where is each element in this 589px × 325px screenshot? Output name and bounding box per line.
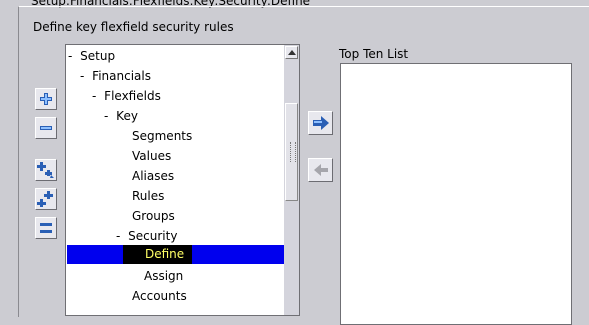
tree-item[interactable]: - Flexfields: [92, 87, 165, 106]
tree-item-label: Aliases: [132, 169, 175, 183]
tree-item-toggle[interactable]: -: [116, 229, 120, 243]
tree-item-toggle[interactable]: -: [68, 49, 72, 63]
plus-icon: [40, 93, 52, 105]
minus-icon: [40, 126, 52, 130]
tree-item-label: Assign: [144, 269, 184, 283]
collapse-all-icon: [40, 223, 52, 233]
tree-item-label: Financials: [92, 69, 151, 83]
expand-button[interactable]: [35, 88, 57, 110]
tree-item[interactable]: Accounts: [128, 287, 191, 306]
tree-item[interactable]: - Security: [116, 227, 181, 246]
tree-item-toggle[interactable]: -: [92, 89, 96, 103]
tree-item-label: Accounts: [132, 289, 187, 303]
scroll-thumb[interactable]: [285, 103, 298, 201]
tree-item-toggle[interactable]: -: [104, 109, 108, 123]
tree-scrollbar[interactable]: [284, 44, 300, 316]
tree-item-selected[interactable]: Define: [67, 245, 284, 264]
expand-branch-icon: [37, 162, 54, 178]
tree-item[interactable]: Values: [128, 147, 175, 166]
grip-icon: [290, 142, 296, 162]
tree-item[interactable]: - Setup: [68, 47, 119, 66]
tree-item-label: Setup: [80, 49, 116, 63]
arrow-right-icon: [313, 116, 329, 130]
collapse-button[interactable]: [35, 117, 57, 139]
tree-item-label: Rules: [132, 189, 165, 203]
tree-item-label: Key: [116, 109, 138, 123]
tree-item[interactable]: Segments: [128, 127, 196, 146]
tree-item-label: Segments: [132, 129, 193, 143]
tree-item-label: Security: [128, 229, 178, 243]
add-to-top-ten-button[interactable]: [308, 111, 333, 135]
tree-item[interactable]: Assign: [140, 267, 187, 286]
collapse-all-button[interactable]: [35, 217, 57, 239]
arrow-left-icon: [314, 164, 328, 176]
tree-item[interactable]: Groups: [128, 207, 179, 226]
tree-item[interactable]: Rules: [128, 187, 168, 206]
expand-branch-button[interactable]: [35, 159, 57, 181]
scroll-up-arrow-icon[interactable]: [285, 46, 298, 59]
tree-item-label: Values: [132, 149, 172, 163]
page-subtitle: Define key flexfield security rules: [33, 20, 234, 34]
top-ten-list-title: Top Ten List: [339, 47, 409, 61]
navigation-tree[interactable]: - Setup - Financials - Flexfields - Key …: [65, 44, 286, 316]
tree-item[interactable]: Aliases: [128, 167, 178, 186]
remove-from-top-ten-button[interactable]: [308, 158, 333, 182]
tree-item[interactable]: - Key: [104, 107, 142, 126]
tree-item-label: Flexfields: [104, 89, 161, 103]
tree-item-label: Groups: [132, 209, 175, 223]
top-ten-list[interactable]: [340, 63, 572, 325]
tree-item[interactable]: - Financials: [80, 67, 155, 86]
expand-all-icon: [37, 191, 53, 207]
tree-item-toggle[interactable]: -: [80, 69, 84, 83]
tree-item-label: Define: [123, 245, 193, 264]
expand-all-button[interactable]: [35, 188, 57, 210]
